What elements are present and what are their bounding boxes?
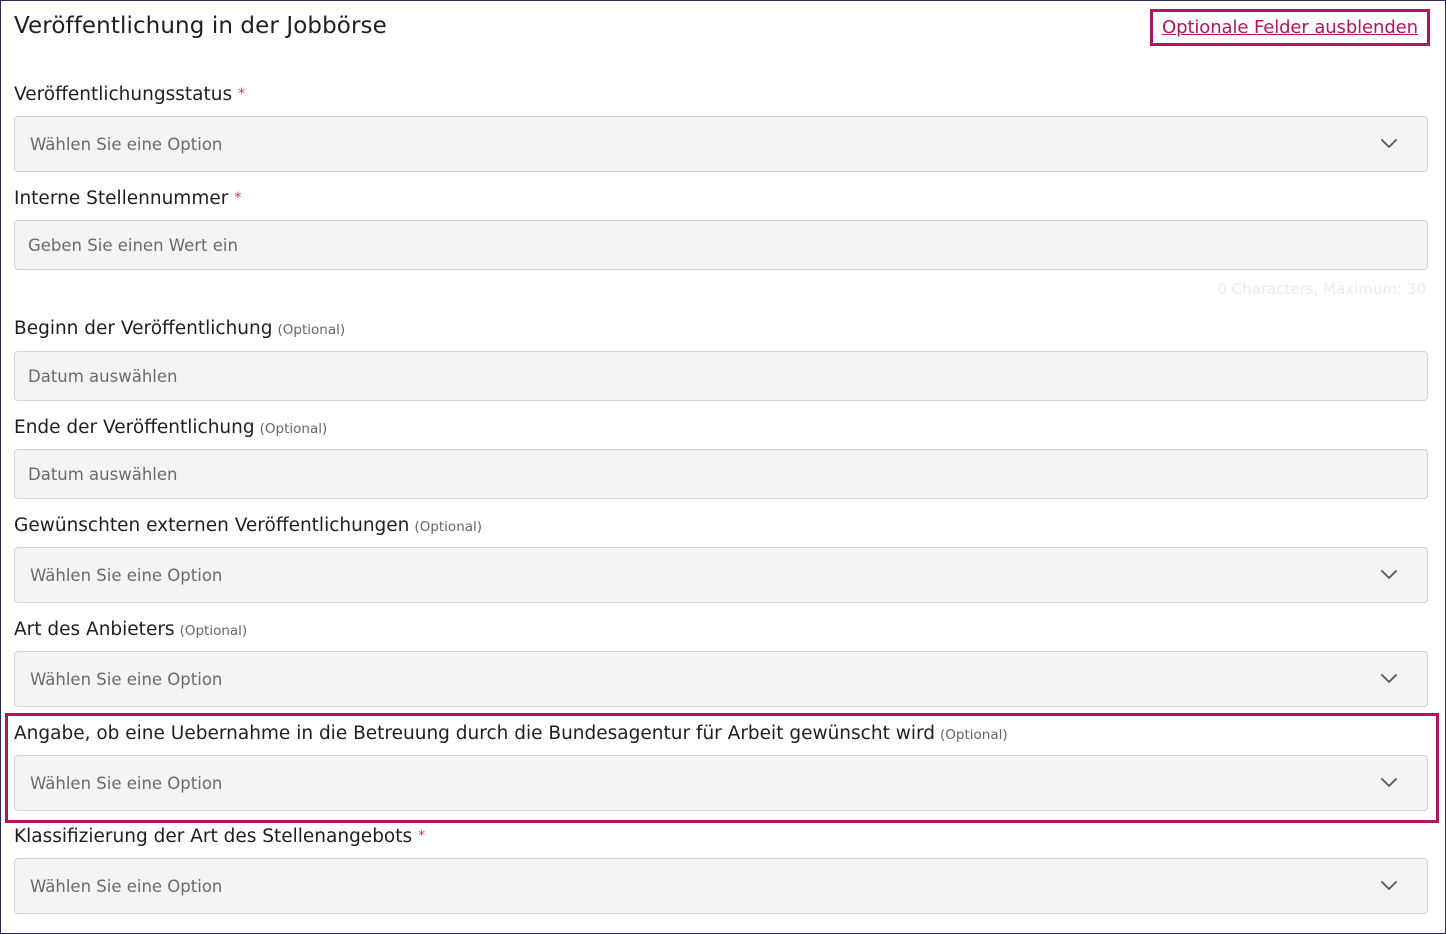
internal-job-number-placeholder: Geben Sie einen Wert ein (28, 235, 238, 255)
optional-marker: (Optional) (179, 623, 248, 639)
publication-start-placeholder: Datum auswählen (28, 366, 178, 386)
internal-job-number-input[interactable]: Geben Sie einen Wert ein (14, 220, 1428, 270)
ba-takeover-label: Angabe, ob eine Uebernahme in die Betreu… (14, 723, 1008, 744)
ba-takeover-placeholder: Wählen Sie eine Option (30, 773, 223, 793)
optional-marker: (Optional) (414, 519, 483, 535)
publication-status-select[interactable]: Wählen Sie eine Option (14, 116, 1428, 172)
publication-end-date-input[interactable]: Datum auswählen (14, 449, 1428, 499)
section-title: Veröffentlichung in der Jobbörse (14, 13, 387, 39)
publication-start-date-input[interactable]: Datum auswählen (14, 351, 1428, 401)
required-marker: * (234, 190, 242, 206)
chevron-down-icon (1381, 881, 1397, 890)
publication-end-placeholder: Datum auswählen (28, 464, 178, 484)
external-publications-select[interactable]: Wählen Sie eine Option (14, 547, 1428, 603)
publication-status-placeholder: Wählen Sie eine Option (30, 134, 223, 154)
optional-marker: (Optional) (940, 727, 1008, 743)
chevron-down-icon (1381, 778, 1397, 787)
job-board-publication-panel: Veröffentlichung in der Jobbörse Optiona… (0, 0, 1446, 934)
ba-takeover-select[interactable]: Wählen Sie eine Option (14, 755, 1428, 811)
required-marker: * (238, 86, 246, 102)
provider-type-placeholder: Wählen Sie eine Option (30, 669, 223, 689)
internal-job-number-label: Interne Stellennummer * (14, 188, 242, 209)
optional-marker: (Optional) (277, 322, 346, 338)
publication-end-label: Ende der Veröffentlichung (Optional) (14, 417, 328, 438)
hide-optional-fields-link[interactable]: Optionale Felder ausblenden (1162, 17, 1418, 38)
chevron-down-icon (1381, 570, 1397, 579)
external-publications-label: Gewünschten externen Veröffentlichungen(… (14, 515, 483, 536)
offer-classification-label: Klassifizierung der Art des Stellenangeb… (14, 826, 426, 847)
optional-marker: (Optional) (259, 421, 328, 437)
offer-classification-select[interactable]: Wählen Sie eine Option (14, 858, 1428, 914)
provider-type-label: Art des Anbieters (Optional) (14, 619, 248, 640)
offer-classification-placeholder: Wählen Sie eine Option (30, 876, 223, 896)
external-publications-placeholder: Wählen Sie eine Option (30, 565, 223, 585)
toggle-optional-highlight: Optionale Felder ausblenden (1150, 9, 1430, 46)
publication-start-label: Beginn der Veröffentlichung (Optional) (14, 318, 346, 339)
chevron-down-icon (1381, 674, 1397, 683)
chevron-down-icon (1381, 139, 1397, 148)
character-counter: 0 Characters, Maximum: 30 (1217, 280, 1426, 298)
required-marker: * (418, 828, 426, 844)
provider-type-select[interactable]: Wählen Sie eine Option (14, 651, 1428, 707)
publication-status-label: Veröffentlichungsstatus * (14, 84, 246, 105)
